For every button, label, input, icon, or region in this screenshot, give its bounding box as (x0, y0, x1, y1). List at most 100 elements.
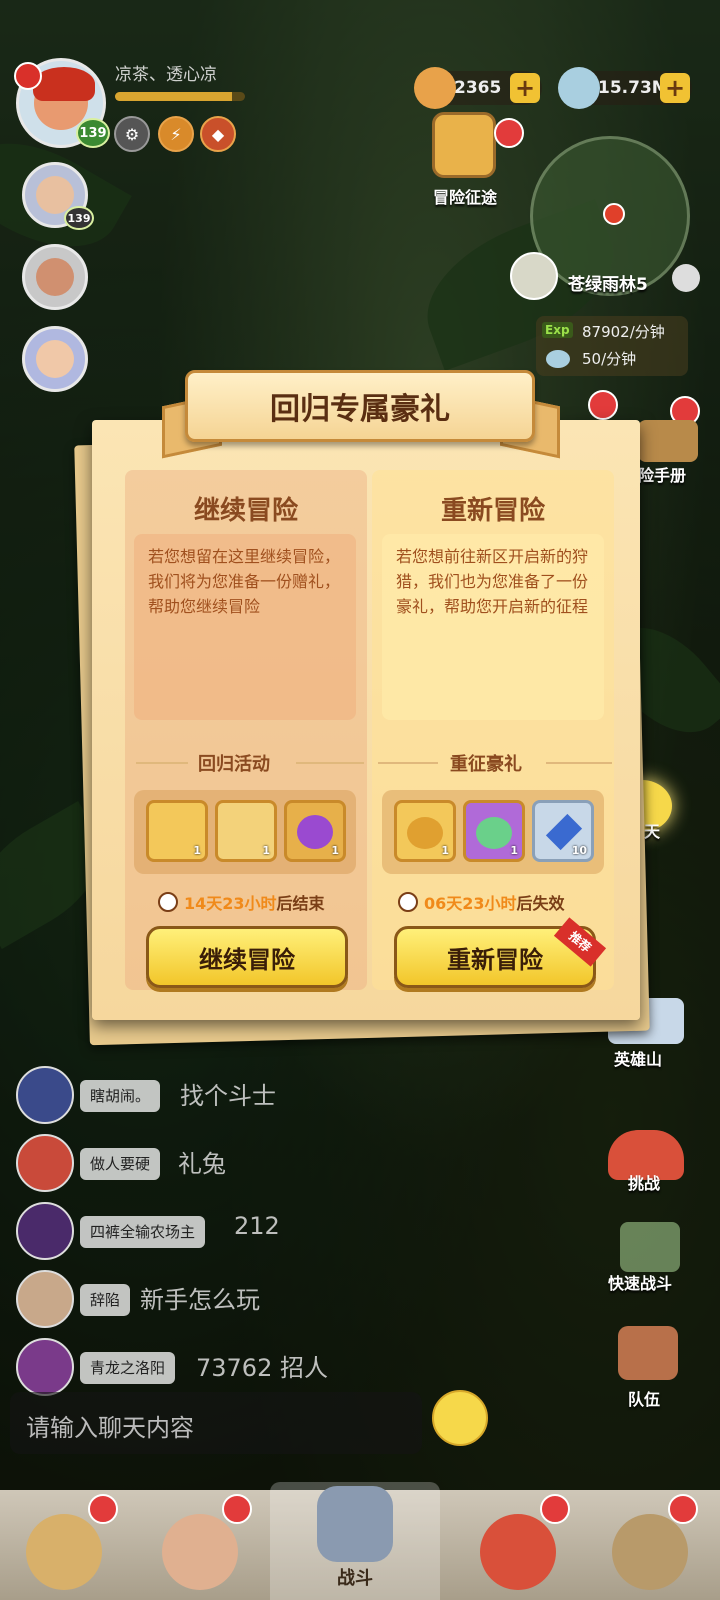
nav-item-battle[interactable]: 战斗 (270, 1482, 440, 1600)
divider (296, 762, 364, 764)
continue-adventure-button[interactable]: 继续冒险 (146, 926, 348, 988)
yeti-icon (26, 1514, 102, 1590)
chat-avatar[interactable] (16, 1066, 74, 1124)
clock-icon (398, 892, 418, 912)
chat-text: 找个斗士 (180, 1082, 276, 1110)
add-gem-button[interactable]: + (660, 73, 690, 103)
continue-timer-value: 14天23小时 (184, 894, 277, 913)
hero-mountain-label[interactable]: 英雄山 (614, 1046, 662, 1070)
chat-avatar[interactable] (16, 1202, 74, 1260)
guide-avatar[interactable] (510, 252, 558, 300)
totem-icon (612, 1514, 688, 1590)
player-exp-bar (115, 92, 245, 101)
resource-rate: 50/分钟 (582, 350, 637, 368)
restart-description: 若您想前往新区开启新的狩猎，我们也为您准备了一份豪礼，帮助您开启新的征程 (382, 534, 604, 720)
idle-rewards-panel[interactable]: Exp 87902/分钟 50/分钟 (536, 316, 688, 376)
ticket-icon[interactable]: 1 (146, 800, 208, 862)
item-count: 1 (331, 844, 339, 857)
handbook-icon[interactable] (638, 420, 698, 462)
notification-dot (222, 1494, 252, 1524)
player-exp-fill (115, 92, 232, 101)
add-coin-button[interactable]: + (510, 73, 540, 103)
blue-crystal-icon[interactable]: 10 (532, 800, 594, 862)
weather-icon[interactable] (672, 264, 700, 292)
gold-bag-icon[interactable]: 1 (394, 800, 456, 862)
chat-sender: 四裤全输农场主 (80, 1216, 206, 1248)
item-count: 1 (441, 844, 449, 857)
chat-message[interactable]: 做人要硬 礼兔 (16, 1134, 316, 1194)
hero-icon (162, 1514, 238, 1590)
avatar-face (35, 339, 75, 379)
gem-icon (546, 350, 570, 368)
exp-rate: 87902/分钟 (582, 323, 665, 341)
chat-input[interactable]: 请输入聊天内容 (10, 1392, 422, 1454)
adventure-route-label[interactable]: 冒险征途 (410, 184, 520, 208)
teammate-level-badge: 139 (64, 206, 94, 230)
continue-description: 若您想留在这里继续冒险，我们将为您准备一份赠礼，帮助您继续冒险 (134, 534, 356, 720)
sword-icon (317, 1486, 393, 1562)
emoji-icon[interactable] (432, 1390, 488, 1446)
chat-sender: 青龙之洛阳 (80, 1352, 176, 1384)
location-name: 苍绿雨林5 (568, 275, 648, 295)
item-count: 1 (510, 844, 518, 857)
chat-text: 73762 招人 (196, 1354, 328, 1382)
divider (136, 762, 188, 764)
card-icon[interactable]: 1 (215, 800, 277, 862)
location-marker-icon (603, 203, 625, 225)
purple-bag-icon[interactable]: 1 (284, 800, 346, 862)
chat-sender: 做人要硬 (80, 1148, 161, 1180)
chat-text: 212 (234, 1212, 280, 1240)
bag-shape (297, 815, 333, 849)
continue-title: 继续冒险 (193, 496, 298, 526)
chat-text: 新手怎么玩 (140, 1286, 260, 1314)
item-count: 10 (571, 844, 587, 857)
continue-reward-title: 回归活动 (198, 754, 270, 775)
challenge-label[interactable]: 挑战 (628, 1170, 660, 1194)
chat-avatar[interactable] (16, 1134, 74, 1192)
bag-shape (476, 817, 512, 849)
chat-message[interactable]: 辞陷 新手怎么玩 (16, 1270, 316, 1330)
restart-timer-value: 06天23小时 (424, 894, 517, 913)
restart-timer-suffix: 后失效 (516, 894, 565, 913)
chat-avatar[interactable] (16, 1270, 74, 1328)
swap-icon[interactable] (14, 62, 42, 90)
notification-dot (588, 390, 618, 420)
chat-text: 礼兔 (178, 1150, 226, 1178)
quick-battle-label[interactable]: 快速战斗 (608, 1270, 672, 1294)
team-label[interactable]: 队伍 (628, 1386, 660, 1410)
restart-title: 重新冒险 (440, 496, 545, 526)
totem-icon[interactable] (620, 1222, 680, 1272)
chat-avatar[interactable] (16, 1338, 74, 1396)
coin-icon (414, 67, 456, 109)
chat-message[interactable]: 四裤全输农场主 212 (16, 1202, 316, 1262)
chat-sender: 瞎胡闹。 (80, 1080, 161, 1112)
teammate-avatar[interactable] (22, 244, 88, 310)
player-name: 凉茶、透心凉 (115, 65, 217, 85)
continue-timer: 14天23小时后结束 (158, 890, 325, 914)
handbook-label[interactable]: 险手册 (638, 462, 686, 486)
status-shield-icon[interactable]: ◆ (200, 116, 236, 152)
player-level-badge: 139 (76, 118, 110, 148)
avatar-face (35, 257, 75, 297)
bag-shape (407, 817, 443, 849)
status-gear-icon[interactable]: ⚙ (114, 116, 150, 152)
chat-sender: 辞陷 (80, 1284, 131, 1316)
restart-reward-title: 重征豪礼 (450, 754, 522, 775)
team-icon[interactable] (618, 1326, 678, 1380)
trophy-icon[interactable] (432, 112, 496, 178)
teammate-avatar[interactable] (22, 326, 88, 392)
status-buff-icon[interactable]: ⚡ (158, 116, 194, 152)
chat-message[interactable]: 瞎胡闹。 找个斗士 (16, 1066, 316, 1126)
green-bag-icon[interactable]: 1 (463, 800, 525, 862)
gem-counter: 15.73M + (558, 67, 692, 109)
item-count: 1 (262, 844, 270, 857)
chat-message[interactable]: 青龙之洛阳 73762 招人 (16, 1338, 336, 1398)
dragon-icon (480, 1514, 556, 1590)
nav-battle-label: 战斗 (337, 1568, 373, 1589)
gem-value: 15.73M (598, 78, 669, 98)
gem-icon (558, 67, 600, 109)
divider (546, 762, 612, 764)
item-count: 1 (193, 844, 201, 857)
notification-dot (540, 1494, 570, 1524)
exp-icon: Exp (542, 322, 573, 338)
